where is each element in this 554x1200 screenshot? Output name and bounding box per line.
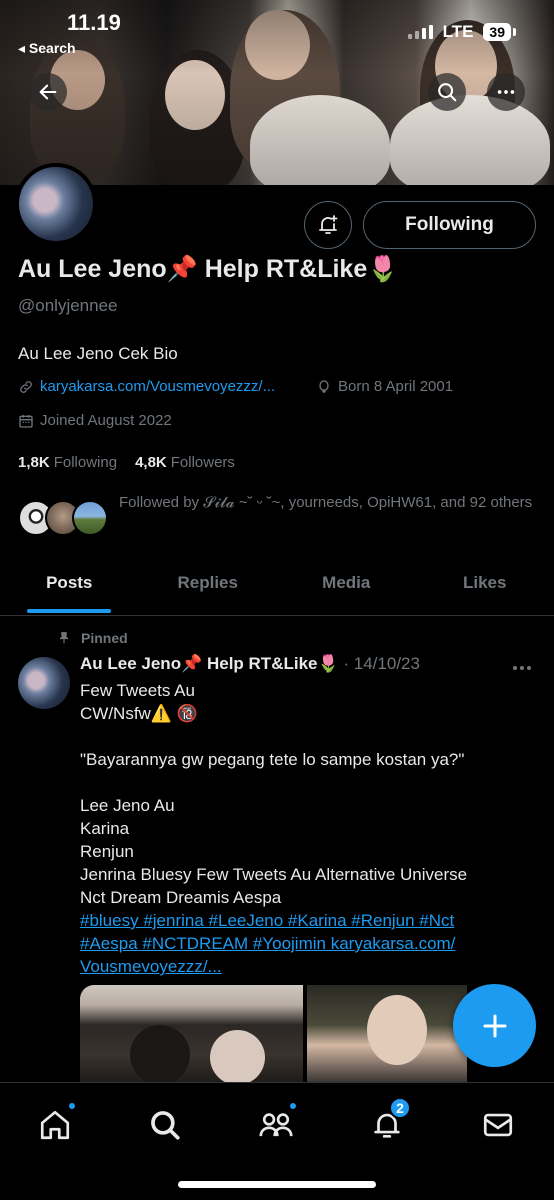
pin-icon [59, 632, 69, 644]
profile-avatar[interactable] [15, 163, 97, 245]
more-icon [513, 666, 531, 670]
battery-level: 39 [483, 23, 511, 41]
tweet-text: Few Tweets Au CW/Nsfw⚠️ 🔞 "Bayarannya gw… [80, 679, 540, 978]
communities-icon [259, 1113, 293, 1137]
tweet-header: Au Lee Jeno📌 Help RT&Like🌷 · 14/10/23 [80, 654, 420, 674]
communities-unread-dot [288, 1101, 298, 1111]
tweet-line: Renjun [80, 842, 134, 861]
profile-link-row: karyakarsa.com/Vousmevoyezzz/... [18, 378, 275, 395]
pinned-label: Pinned [57, 630, 128, 646]
notification-bell-add-icon [319, 215, 338, 234]
tweet-author-avatar[interactable] [18, 657, 70, 709]
tweet-hashtags[interactable]: #Aespa #NCTDREAM #Yoojimin karyakarsa.co… [80, 932, 540, 955]
tweet-line: Karina [80, 819, 130, 838]
birthday-balloon-icon [319, 379, 329, 393]
mail-icon [483, 1113, 513, 1137]
search-icon [151, 1111, 180, 1140]
tab-media[interactable]: Media [277, 560, 416, 615]
profile-tabs: Posts Replies Media Likes [0, 560, 554, 616]
followed-by-row[interactable]: Followed by 𝓢𝓲𝓵𝓪 ~˘ ᵕ ˘~, yourneeds, Opi… [18, 488, 538, 548]
more-options-button[interactable] [487, 73, 525, 111]
tab-posts[interactable]: Posts [0, 560, 139, 615]
profile-bio: Au Lee Jeno Cek Bio [18, 344, 178, 363]
notifications-badge: 2 [389, 1097, 411, 1119]
tweet-media-image[interactable] [307, 985, 467, 1085]
tweet-line: CW/Nsfw⚠️ 🔞 [80, 704, 198, 723]
tab-replies[interactable]: Replies [139, 560, 278, 615]
tweet-date[interactable]: · 14/10/23 [343, 654, 420, 673]
follow-stats: 1,8K Following 4,8K Followers [18, 454, 235, 471]
nav-home[interactable] [33, 1101, 77, 1147]
tweet-line: Few Tweets Au [80, 681, 195, 700]
search-profile-button[interactable] [428, 73, 466, 111]
profile-handle: @onlyjennee [18, 296, 118, 315]
followers-stat[interactable]: 4,8K Followers [135, 454, 235, 471]
calendar-icon [19, 414, 33, 428]
tweet-media-image[interactable] [80, 985, 303, 1085]
plus-icon [483, 1014, 506, 1037]
tweet-author-name[interactable]: Au Lee Jeno📌 Help RT&Like🌷 [80, 654, 339, 673]
network-label: LTE [442, 22, 474, 41]
joined-text: Joined August 2022 [40, 412, 172, 429]
nav-search[interactable] [143, 1103, 187, 1147]
profile-name: Au Lee Jeno📌 Help RT&Like🌷 [18, 255, 399, 283]
tweet-line: Lee Jeno Au [80, 796, 175, 815]
home-indicator[interactable] [178, 1181, 376, 1188]
status-time: 11.19 [67, 10, 121, 35]
profile-birthday: Born 8 April 2001 [316, 378, 453, 395]
following-stat[interactable]: 1,8K Following [18, 454, 117, 471]
back-button[interactable] [29, 73, 67, 111]
tab-likes[interactable]: Likes [416, 560, 554, 615]
nav-notifications[interactable]: 2 [365, 1097, 411, 1147]
nav-communities[interactable] [254, 1101, 298, 1147]
battery-icon: 39 [483, 23, 516, 41]
link-icon [20, 380, 32, 393]
following-button[interactable]: Following [363, 201, 536, 249]
back-arrow-icon [39, 84, 57, 100]
follower-avatar [72, 500, 108, 536]
back-to-search-link[interactable]: ◂ Search [18, 40, 76, 57]
tweet-line: Nct Dream Dreamis Aespa [80, 888, 282, 907]
search-icon [438, 83, 457, 102]
home-icon [40, 1110, 70, 1140]
compose-button[interactable] [453, 984, 536, 1067]
status-indicators: LTE 39 [407, 22, 516, 42]
tweet-line: "Bayarannya gw pegang tete lo sampe kost… [80, 750, 465, 769]
notifications-toggle-button[interactable] [304, 201, 352, 249]
birthday-text: Born 8 April 2001 [338, 378, 454, 395]
tweet-line: Jenrina Bluesy Few Tweets Au Alternative… [80, 865, 468, 884]
followed-by-text: Followed by 𝓢𝓲𝓵𝓪 ~˘ ᵕ ˘~, yourneeds, Opi… [119, 494, 533, 511]
signal-icon [407, 25, 433, 39]
nav-messages[interactable] [476, 1103, 520, 1147]
more-icon [497, 90, 515, 94]
profile-joined: Joined August 2022 [18, 412, 172, 429]
profile-website-link[interactable]: karyakarsa.com/Vousmevoyezzz/... [40, 378, 275, 395]
home-unread-dot [67, 1101, 77, 1111]
tweet-hashtags[interactable]: #bluesy #jenrina #LeeJeno #Karina #Renju… [80, 909, 540, 932]
tweet-link[interactable]: Vousmevoyezzz/... [80, 955, 540, 978]
